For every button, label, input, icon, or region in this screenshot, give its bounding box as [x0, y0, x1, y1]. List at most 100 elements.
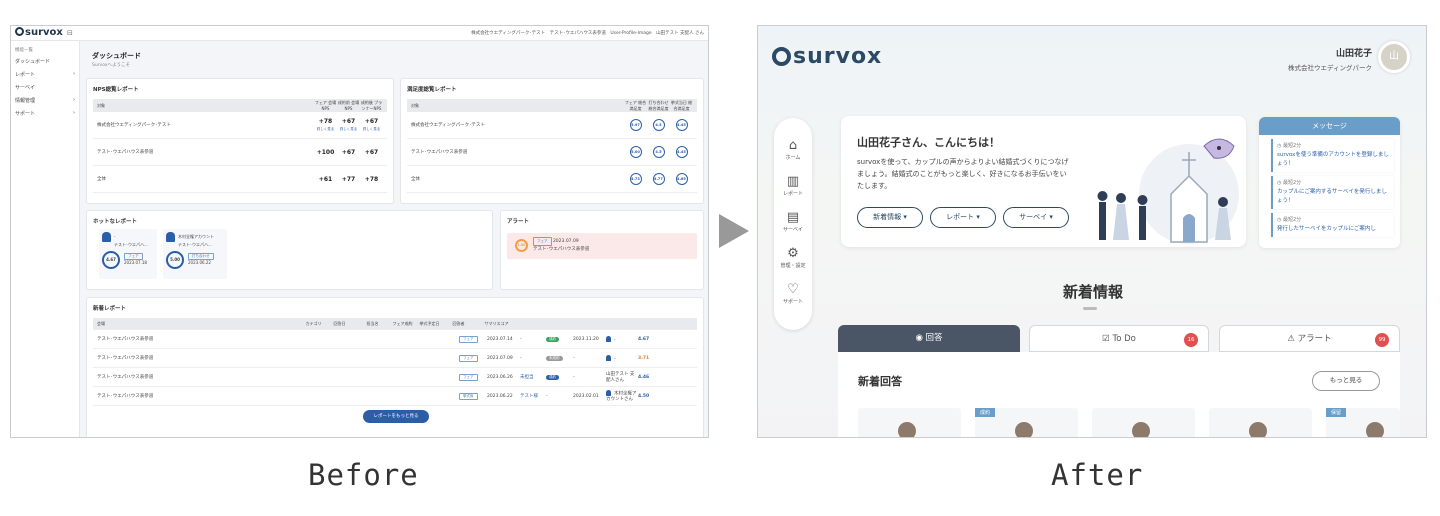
topbar-user-info[interactable]: 株式会社ウエディングパーク･テスト テスト･ウエパハウス表参道 User-Pro…	[471, 30, 704, 36]
after-logo[interactable]: survox	[772, 44, 882, 69]
nps-table: 対象 フェア 会場NPS 成約前 会場NPS 成約後 プランナーNPS 株式会社…	[93, 99, 387, 193]
chart-icon: ▥	[786, 174, 800, 189]
nav-item-home[interactable]: ⌂ ホーム	[774, 138, 812, 161]
table-row[interactable]: テスト･ウエパハウス表参道 5.00 4.5 4.45	[407, 139, 697, 166]
message-item[interactable]: ◷ 最短2分 カップルにご案内するサーベイを発行しましょう！	[1271, 176, 1394, 209]
detail-link[interactable]: 詳しく見る	[363, 127, 381, 131]
message-item[interactable]: ◷ 最短2分 発行したサーベイをカップルにご案内し	[1271, 213, 1394, 237]
report-dropdown-button[interactable]: レポート ▾	[930, 207, 996, 228]
user-icon	[606, 389, 611, 396]
card-title: アラート	[507, 219, 530, 225]
table-header: 対象 フェア 会場NPS 成約前 会場NPS 成約後 プランナーNPS	[93, 99, 387, 112]
sidebar-item-support[interactable]: サポート ›	[11, 107, 79, 120]
avatar[interactable]: 山	[1378, 41, 1410, 73]
answer-card[interactable]	[1209, 408, 1312, 437]
news-section-title: 新着情報	[1062, 283, 1123, 301]
survey-dropdown-button[interactable]: サーベイ ▾	[1003, 207, 1069, 228]
score-circle: 4.73	[629, 173, 642, 185]
satisfaction-summary-card: 満足度総覧レポート 対象 フェア 総合満足度 打ち合わせ 総合満足度 挙式当日 …	[400, 78, 704, 204]
sidebar-item-info[interactable]: 情報管理 ›	[11, 94, 79, 107]
detail-link[interactable]: 詳しく見る	[317, 127, 335, 131]
nav-item-report[interactable]: ▥ レポート	[774, 174, 812, 197]
answer-card[interactable]: 成約	[975, 408, 1078, 437]
tab-todo[interactable]: ☑ To Do 16	[1029, 325, 1209, 352]
user-icon	[606, 354, 611, 361]
score-circle: 1.00	[515, 239, 528, 252]
hot-report-item[interactable]: - テスト･ウエパハ... 4.67 フェア 2023.07.18	[99, 229, 157, 279]
score-circle: 5.00	[629, 146, 642, 158]
news-dropdown-button[interactable]: 新着情報 ▾	[857, 207, 923, 228]
user-info[interactable]: 山田花子 株式会社ウエディングパーク	[1288, 46, 1372, 72]
before-screenshot: survox ⊟ 株式会社ウエディングパーク･テスト テスト･ウエパハウス表参道…	[10, 25, 709, 438]
table-row[interactable]: テスト･ウエパハウス表参道 挙式後 2023.06.22 テスト様 - 2023…	[93, 387, 697, 406]
table-row[interactable]: 全体 4.73 4.77 4.65	[407, 166, 697, 193]
respondent-photo	[1132, 422, 1150, 437]
welcome-hero: 山田花子さん、こんにちは！ survoxを使って、カップルの声からよりよい結婚式…	[841, 116, 1246, 247]
wedding-illustration	[1097, 138, 1239, 244]
alert-item[interactable]: 1.00 フェア 2023.07.09 テスト･ウエパハウス表参道	[507, 233, 697, 259]
satisfaction-table: 対象 フェア 総合満足度 打ち合わせ 総合満足度 挙式当日 総合満足度 株式会社…	[407, 99, 697, 193]
score-circle: 4.45	[675, 146, 688, 158]
user-icon	[166, 232, 175, 242]
card-title: 新着レポート	[93, 306, 127, 312]
nav-item-survey[interactable]: ▤ サーベイ	[774, 210, 812, 233]
score-circle: 5.00	[166, 251, 184, 269]
page-title: ダッシュボード	[92, 52, 141, 60]
nps-summary-card: NPS総覧レポート 対象 フェア 会場NPS 成約前 会場NPS 成約後 プラン…	[86, 78, 394, 204]
table-header: 会場 カテゴリ 回答日 担当名 フェア成約 挙式予定日 回答者 サマリスコア	[93, 318, 697, 330]
sidebar-toggle-icon[interactable]: ⊟	[67, 29, 73, 37]
respondent-photo	[1366, 422, 1384, 437]
sidebar-item-dashboard[interactable]: ダッシュボード	[11, 55, 79, 68]
user-icon	[102, 232, 111, 242]
score-circle: 4.65	[675, 173, 688, 185]
table-row[interactable]: 株式会社ウエディングパーク･テスト 3.97 4.5 4.45	[407, 112, 697, 139]
respondent-photo	[1249, 422, 1267, 437]
table-header: 対象 フェア 総合満足度 打ち合わせ 総合満足度 挙式当日 総合満足度	[407, 99, 697, 112]
gear-icon: ⚙	[787, 246, 799, 261]
detail-link[interactable]: 詳しく見る	[340, 127, 358, 131]
answer-card[interactable]: 保留	[1326, 408, 1400, 437]
sidebar-item-report[interactable]: レポート ›	[11, 68, 79, 81]
table-row[interactable]: テスト･ウエパハウス表参道 +100 +67 +67	[93, 139, 387, 166]
nav-item-settings[interactable]: ⚙ 管理・設定	[774, 246, 812, 269]
tab-alert[interactable]: ⚠ アラート 99	[1219, 325, 1400, 352]
panel-title: 新着回答	[858, 375, 902, 388]
comparison-root: survox ⊟ 株式会社ウエディングパーク･テスト テスト･ウエパハウス表参道…	[0, 0, 1440, 516]
before-logo[interactable]: survox	[15, 27, 63, 38]
answer-card[interactable]	[858, 408, 961, 437]
messages-panel: メッセージ ◷ 最短2分 survoxを使う準備のアカウントを登録しましょう！ ◷…	[1259, 117, 1400, 248]
document-icon: ▤	[786, 210, 800, 225]
table-row[interactable]: テスト･ウエパハウス表参道 フェア 2023.07.09 - 未成約 - - 3…	[93, 349, 697, 368]
section-divider	[1083, 307, 1097, 310]
before-main: ダッシュボード Survoxへようこそ NPS総覧レポート 対象 フェア 会場N…	[80, 41, 708, 437]
card-title: ホットなレポート	[93, 219, 138, 225]
before-caption: Before	[308, 458, 419, 492]
score-circle: 4.77	[652, 173, 665, 185]
table-row[interactable]: テスト･ウエパハウス表参道 フェア 2023.07.14 - 成約 2023.1…	[93, 330, 697, 349]
todo-count-badge: 16	[1184, 333, 1198, 347]
before-sidebar: 機能一覧 ダッシュボード レポート › サーベイ 情報管理 › サポート ›	[11, 41, 80, 437]
tab-answers[interactable]: ◉ 回答	[838, 325, 1020, 352]
score-circle: 4.5	[652, 146, 665, 158]
answer-card[interactable]	[1092, 408, 1195, 437]
score-circle: 4.67	[102, 251, 120, 269]
sidebar-item-survey[interactable]: サーベイ	[11, 81, 79, 94]
table-row[interactable]: 全体 +61 +77 +78	[93, 166, 387, 193]
page-subtitle: Survoxへようこそ	[92, 63, 130, 68]
user-company: 株式会社ウエディングパーク	[1287, 64, 1372, 72]
message-item[interactable]: ◷ 最短2分 survoxを使う準備のアカウントを登録しましょう！	[1271, 139, 1394, 172]
more-reports-button[interactable]: レポートをもっと見る	[363, 410, 429, 423]
see-more-button[interactable]: もっと見る	[1312, 371, 1380, 391]
status-badge: 成約	[975, 408, 996, 417]
table-row[interactable]: 株式会社ウエディングパーク･テスト +78 詳しく見る +67 詳しく見る +67 詳…	[93, 112, 387, 139]
status-badge: 保留	[1326, 408, 1347, 417]
hot-report-item[interactable]: 木村全権アカウント テスト･ウエパハ... 5.00 打ち合わせ 2023.06.…	[163, 229, 227, 279]
user-icon	[606, 335, 611, 342]
table-row[interactable]: テスト･ウエパハウス表参道 フェア 2023.06.26 未担当 成約 - 山田…	[93, 368, 697, 387]
welcome-title: 山田花子さん、こんにちは！	[857, 136, 1000, 149]
after-caption: After	[1051, 458, 1144, 492]
before-topbar: survox ⊟ 株式会社ウエディングパーク･テスト テスト･ウエパハウス表参道…	[11, 26, 708, 41]
respondent-photo	[898, 422, 916, 437]
home-icon: ⌂	[788, 138, 798, 153]
card-title: 満足度総覧レポート	[407, 87, 457, 93]
